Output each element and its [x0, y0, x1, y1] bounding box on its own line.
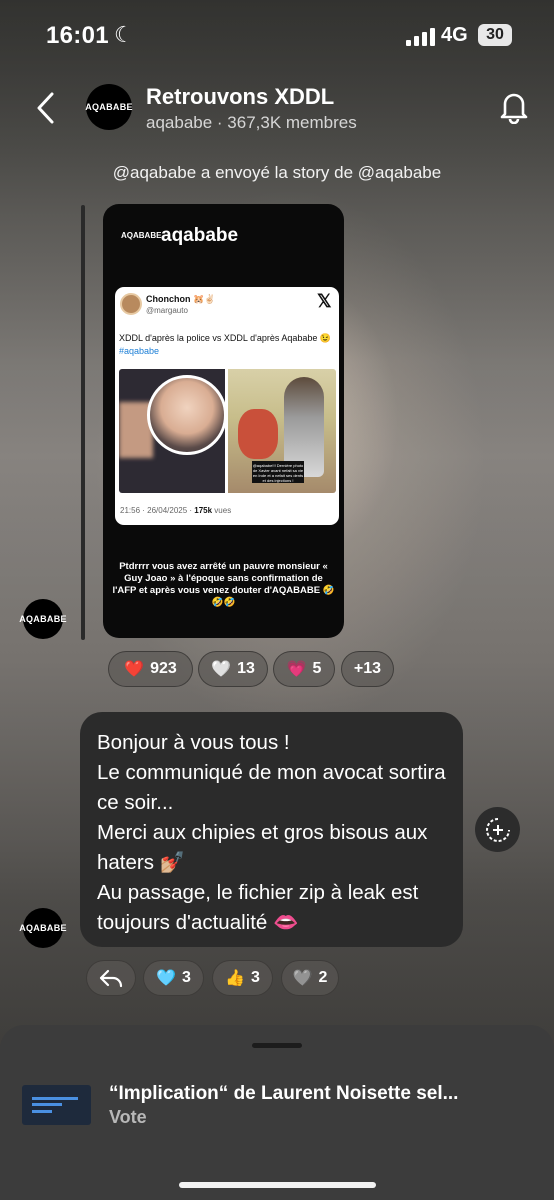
- tweet-image-left: [119, 369, 225, 493]
- tweet-avatar: [120, 293, 142, 315]
- sender-avatar-2[interactable]: AQABABE: [19, 908, 67, 948]
- battery-indicator: 30: [478, 24, 512, 46]
- tweet-embed: Chonchon 🐹✌🏻 @margauto 𝕏 XDDL d'après la…: [115, 287, 339, 525]
- tweet-meta: 21:56 · 26/04/2025 · 175k vues: [120, 506, 232, 515]
- bell-icon[interactable]: [497, 88, 531, 125]
- x-logo-icon: 𝕏: [317, 291, 332, 311]
- add-reaction-icon: [485, 817, 510, 842]
- message-bubble[interactable]: Bonjour à vous tous ! Le communiqué de m…: [80, 712, 463, 947]
- sheet-grabber[interactable]: [252, 1043, 302, 1048]
- reply-icon: [99, 969, 123, 988]
- moon-icon: ☾: [114, 22, 134, 47]
- poll-vote-label[interactable]: Vote: [109, 1107, 147, 1128]
- poll-thumbnail: [22, 1085, 91, 1125]
- network-type: 4G: [441, 24, 468, 46]
- add-reaction-button[interactable]: [475, 807, 520, 852]
- sender-avatar[interactable]: AQABABE: [19, 599, 67, 639]
- tweet-author-handle: @margauto: [146, 306, 188, 315]
- chevron-left-icon: [37, 92, 54, 124]
- signal-icon: [406, 28, 436, 46]
- story-card[interactable]: AQABABE aqababe Chonchon 🐹✌🏻 @margauto 𝕏…: [103, 204, 344, 638]
- story-forward-label: @aqababe a envoyé la story de @aqababe: [112, 163, 442, 182]
- tweet-author-name: Chonchon 🐹✌🏻: [146, 294, 216, 304]
- reaction-heart-grey[interactable]: 🩶 2: [281, 960, 339, 996]
- reaction-thumbs-up[interactable]: 👍 3: [212, 960, 273, 996]
- reaction-heart-red[interactable]: ❤️ 923: [108, 651, 193, 687]
- tweet-image-right: @aqababe!!! Dernière photo de Xavier ava…: [228, 369, 336, 493]
- story-reply-bar: [81, 205, 85, 640]
- reaction-heart-white[interactable]: 🤍 13: [198, 651, 268, 687]
- status-time: 16:01: [46, 22, 109, 49]
- tweet-image-caption: @aqababe!!! Dernière photo de Xavier ava…: [252, 461, 304, 483]
- poll-title[interactable]: “Implication“ de Laurent Noisette sel...: [109, 1083, 529, 1105]
- poll-sheet[interactable]: “Implication“ de Laurent Noisette sel...…: [0, 1025, 554, 1200]
- home-indicator[interactable]: [179, 1182, 376, 1188]
- story-logo: AQABABE: [121, 231, 162, 240]
- reply-button[interactable]: [86, 960, 136, 996]
- reaction-heart-pink[interactable]: 💗 5: [273, 651, 335, 687]
- channel-avatar[interactable]: AQABABE: [85, 84, 133, 130]
- tweet-hashtag: #aqababe: [119, 346, 160, 356]
- back-button[interactable]: [34, 88, 58, 128]
- channel-subtitle: aqababe · 367,3K membres: [146, 113, 357, 132]
- message-text: Bonjour à vous tous ! Le communiqué de m…: [97, 731, 446, 934]
- tweet-text: XDDL d'après la police vs XDDL d'après A…: [119, 333, 332, 356]
- channel-title[interactable]: Retrouvons XDDL: [146, 84, 334, 110]
- reaction-more[interactable]: +13: [341, 651, 394, 687]
- story-caption: Ptdrrrr vous avez arrêté un pauvre monsi…: [112, 561, 335, 608]
- reaction-heart-blue[interactable]: 🩵 3: [143, 960, 204, 996]
- story-account-name: aqababe: [161, 225, 239, 246]
